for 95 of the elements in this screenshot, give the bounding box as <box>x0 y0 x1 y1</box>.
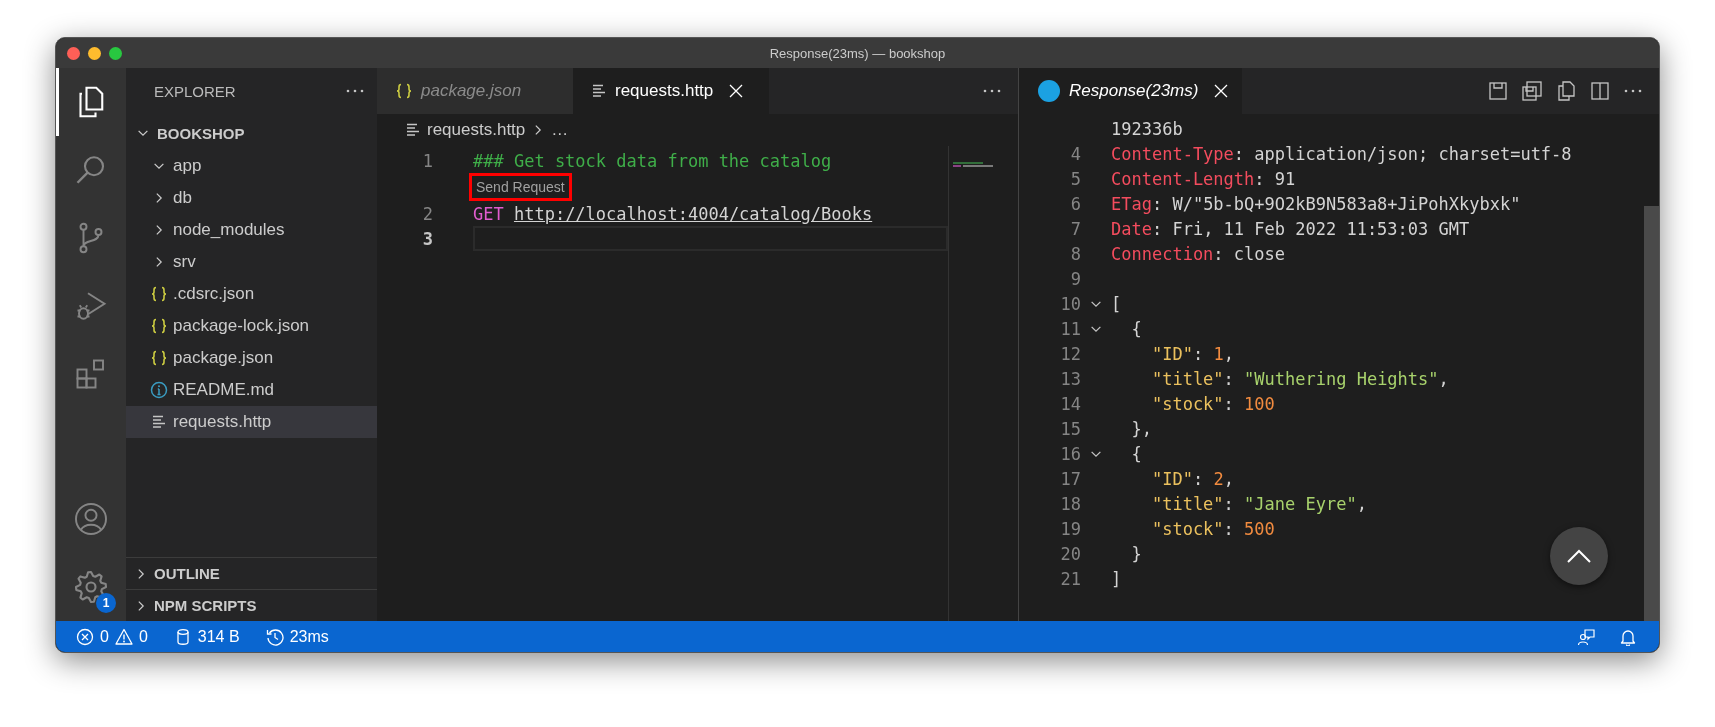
window-title: Response(23ms) — bookshop <box>769 45 946 61</box>
close-icon[interactable] <box>729 84 744 98</box>
error-icon[interactable] <box>76 627 94 646</box>
braces-icon <box>395 83 413 99</box>
code-line: { <box>1130 318 1142 339</box>
code-line: "stock": 100 <box>1150 393 1275 414</box>
folder-item[interactable]: db <box>126 182 377 214</box>
line-number: 2 <box>421 203 433 224</box>
settings-icon[interactable] <box>73 569 109 605</box>
braces-icon <box>150 286 168 302</box>
breadcrumb-item[interactable]: … <box>551 120 569 140</box>
save-all-icon[interactable] <box>1521 80 1543 102</box>
account-icon[interactable] <box>73 501 109 537</box>
line-number: 20 <box>1059 543 1081 564</box>
line-number: 19 <box>1059 518 1081 539</box>
code-line: { <box>1130 443 1142 464</box>
line-number: 18 <box>1059 493 1081 514</box>
line-number: 21 <box>1059 568 1081 589</box>
save-icon[interactable] <box>1487 80 1509 102</box>
line-number: 6 <box>1069 193 1081 214</box>
file-item[interactable]: package-lock.json <box>126 310 377 342</box>
line-number: 1 <box>421 150 433 171</box>
code-line: "stock": 500 <box>1150 518 1275 539</box>
code-line: Content-Type: application/json; charset=utf-8 <box>1111 143 1572 164</box>
split-editor-icon[interactable] <box>1589 80 1611 102</box>
code-line: "ID": 1, <box>1150 343 1234 364</box>
code-line: ] <box>1111 568 1122 589</box>
section-header[interactable]: OUTLINE <box>126 557 377 589</box>
file-item[interactable]: requests.http <box>126 406 377 438</box>
file-item[interactable]: .cdsrc.json <box>126 278 377 310</box>
code-line: }, <box>1130 418 1152 439</box>
text-lines-icon <box>151 414 167 430</box>
editor-tab[interactable]: Response(23ms) <box>1019 68 1243 114</box>
code-line: [ <box>1111 293 1122 314</box>
line-number: 10 <box>1059 293 1081 314</box>
file-item[interactable]: package.json <box>126 342 377 374</box>
send-request-link[interactable]: Send Request <box>469 173 572 201</box>
line-number: 15 <box>1059 418 1081 439</box>
history-icon[interactable] <box>265 627 284 646</box>
status-text[interactable]: 0 <box>100 627 109 646</box>
line-number: 4 <box>1069 143 1081 164</box>
status-text[interactable]: 0 <box>138 627 148 646</box>
breadcrumb-item[interactable]: requests.http <box>427 120 526 140</box>
feedback-icon[interactable] <box>1577 627 1595 646</box>
editor-tab[interactable]: package.json <box>377 68 573 114</box>
line-number: 9 <box>1069 268 1081 289</box>
line-number: 13 <box>1059 368 1081 389</box>
file-item[interactable]: README.md <box>126 374 377 406</box>
code-line: "title": "Wuthering Heights", <box>1150 368 1449 389</box>
code-line: Date: Fri, 11 Feb 2022 11:53:03 GMT <box>1111 218 1470 239</box>
folder-item[interactable]: srv <box>126 246 377 278</box>
code-line: ETag: W/"5b-bQ+9O2kB9N583a8+JiPohXkybxk" <box>1111 193 1521 214</box>
text-lines-icon <box>405 122 421 138</box>
chevron-up-icon <box>1566 548 1592 564</box>
folder-item[interactable]: app <box>126 150 377 182</box>
line-number: 3 <box>421 228 433 249</box>
line-number: 5 <box>1069 168 1081 189</box>
braces-icon <box>150 350 168 366</box>
logo-icon <box>1037 79 1061 103</box>
line-number: 12 <box>1059 343 1081 364</box>
more-actions-icon[interactable] <box>982 88 1002 94</box>
code-line: 192336b <box>1111 118 1183 139</box>
status-text[interactable]: 23ms <box>289 627 329 646</box>
project-folder-item[interactable]: BOOKSHOP <box>126 116 377 150</box>
minimize-window-button[interactable] <box>88 46 101 60</box>
line-number: 7 <box>1069 218 1081 239</box>
close-icon[interactable] <box>1214 84 1229 98</box>
zoom-window-button[interactable] <box>109 46 122 60</box>
text-lines-icon <box>591 83 607 99</box>
more-actions-icon[interactable] <box>345 88 365 94</box>
line-number: 16 <box>1059 443 1081 464</box>
more-actions-icon[interactable] <box>1623 88 1643 94</box>
code-line: GET http://localhost:4004/catalog/Books <box>473 203 873 224</box>
code-line: } <box>1130 543 1142 564</box>
code-line: "ID": 2, <box>1150 468 1234 489</box>
notification-badge: 1 <box>96 593 116 613</box>
braces-icon <box>150 318 168 334</box>
panel-title: EXPLORER <box>154 82 236 100</box>
line-number: 11 <box>1059 318 1081 339</box>
line-number: 14 <box>1059 393 1081 414</box>
code-line: Connection: close <box>1111 243 1285 264</box>
copy-icon[interactable] <box>1555 80 1577 102</box>
line-number: 17 <box>1059 468 1081 489</box>
warning-icon[interactable] <box>114 627 133 646</box>
line-number: 8 <box>1069 243 1081 264</box>
code-line: ### Get stock data from the catalog <box>473 150 832 171</box>
editor-tab[interactable]: requests.http <box>573 68 769 114</box>
folder-item[interactable]: node_modules <box>126 214 377 246</box>
scrollbar[interactable] <box>1644 206 1659 621</box>
status-text[interactable]: 314 B <box>197 627 240 646</box>
code-line: Content-Length: 91 <box>1111 168 1296 189</box>
info-icon <box>150 381 168 399</box>
bell-icon[interactable] <box>1619 627 1637 646</box>
close-window-button[interactable] <box>67 46 80 60</box>
code-line: "title": "Jane Eyre", <box>1150 493 1367 514</box>
